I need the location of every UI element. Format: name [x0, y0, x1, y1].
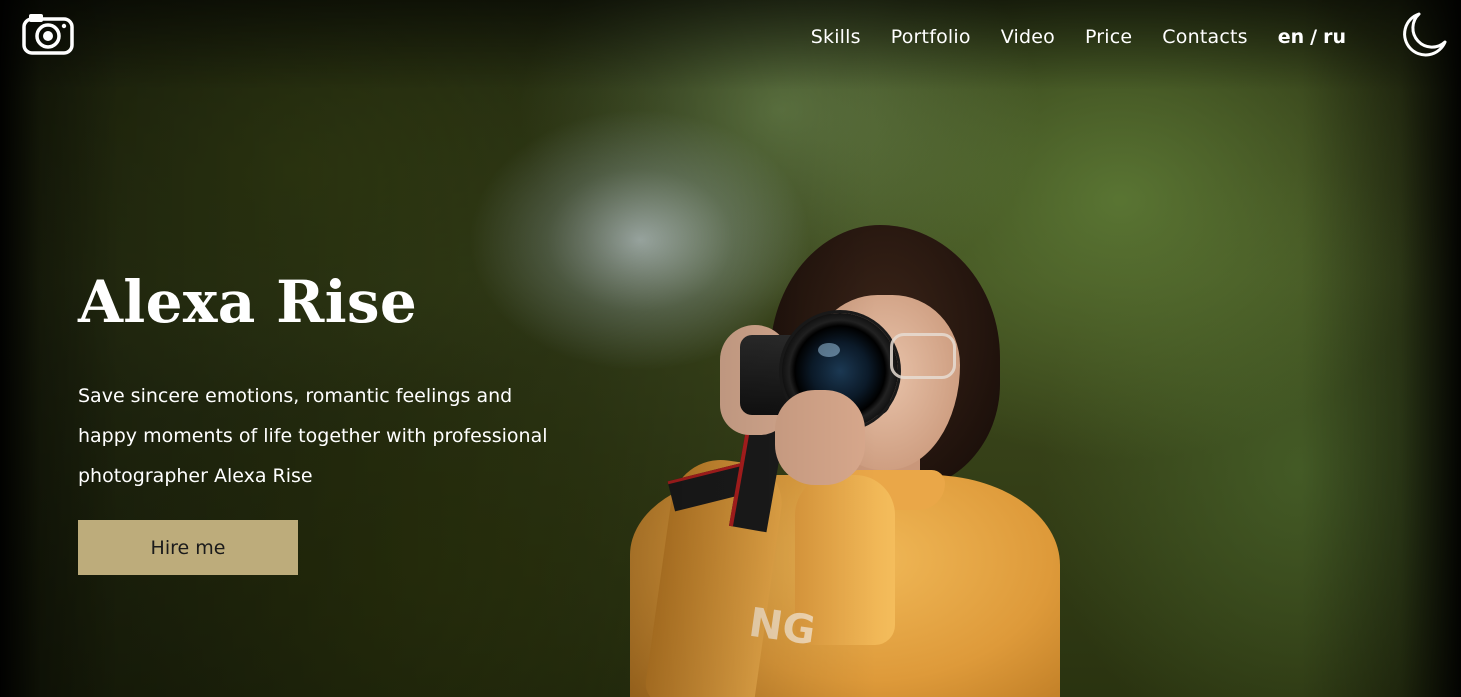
hero-title: Alexa Rise	[78, 268, 418, 336]
hire-me-button[interactable]: Hire me	[78, 520, 298, 575]
top-nav: Skills Portfolio Video Price Contacts en…	[0, 0, 1461, 72]
nav-link-price[interactable]: Price	[1085, 26, 1132, 48]
nav-links: Skills Portfolio Video Price Contacts en…	[811, 22, 1374, 52]
lang-ru[interactable]: ru	[1323, 26, 1346, 48]
glasses	[890, 333, 956, 379]
moon-icon[interactable]	[1399, 10, 1449, 60]
lens-glint	[818, 343, 840, 357]
nav-link-portfolio[interactable]: Portfolio	[891, 26, 971, 48]
nav-link-skills[interactable]: Skills	[811, 26, 861, 48]
photographer-figure: NG	[620, 225, 1080, 697]
sweater-print: NG	[746, 599, 819, 655]
hero-description: Save sincere emotions, romantic feelings…	[78, 385, 548, 487]
right-hand	[775, 390, 865, 485]
nav-link-video[interactable]: Video	[1001, 26, 1055, 48]
camera-icon[interactable]	[22, 13, 74, 55]
hero-section: NG Skills Portfolio Video Price Contacts…	[0, 0, 1461, 697]
lang-separator: /	[1310, 26, 1318, 48]
language-switcher: en / ru	[1278, 26, 1346, 48]
lang-en[interactable]: en	[1278, 26, 1304, 48]
nav-link-contacts[interactable]: Contacts	[1162, 26, 1247, 48]
